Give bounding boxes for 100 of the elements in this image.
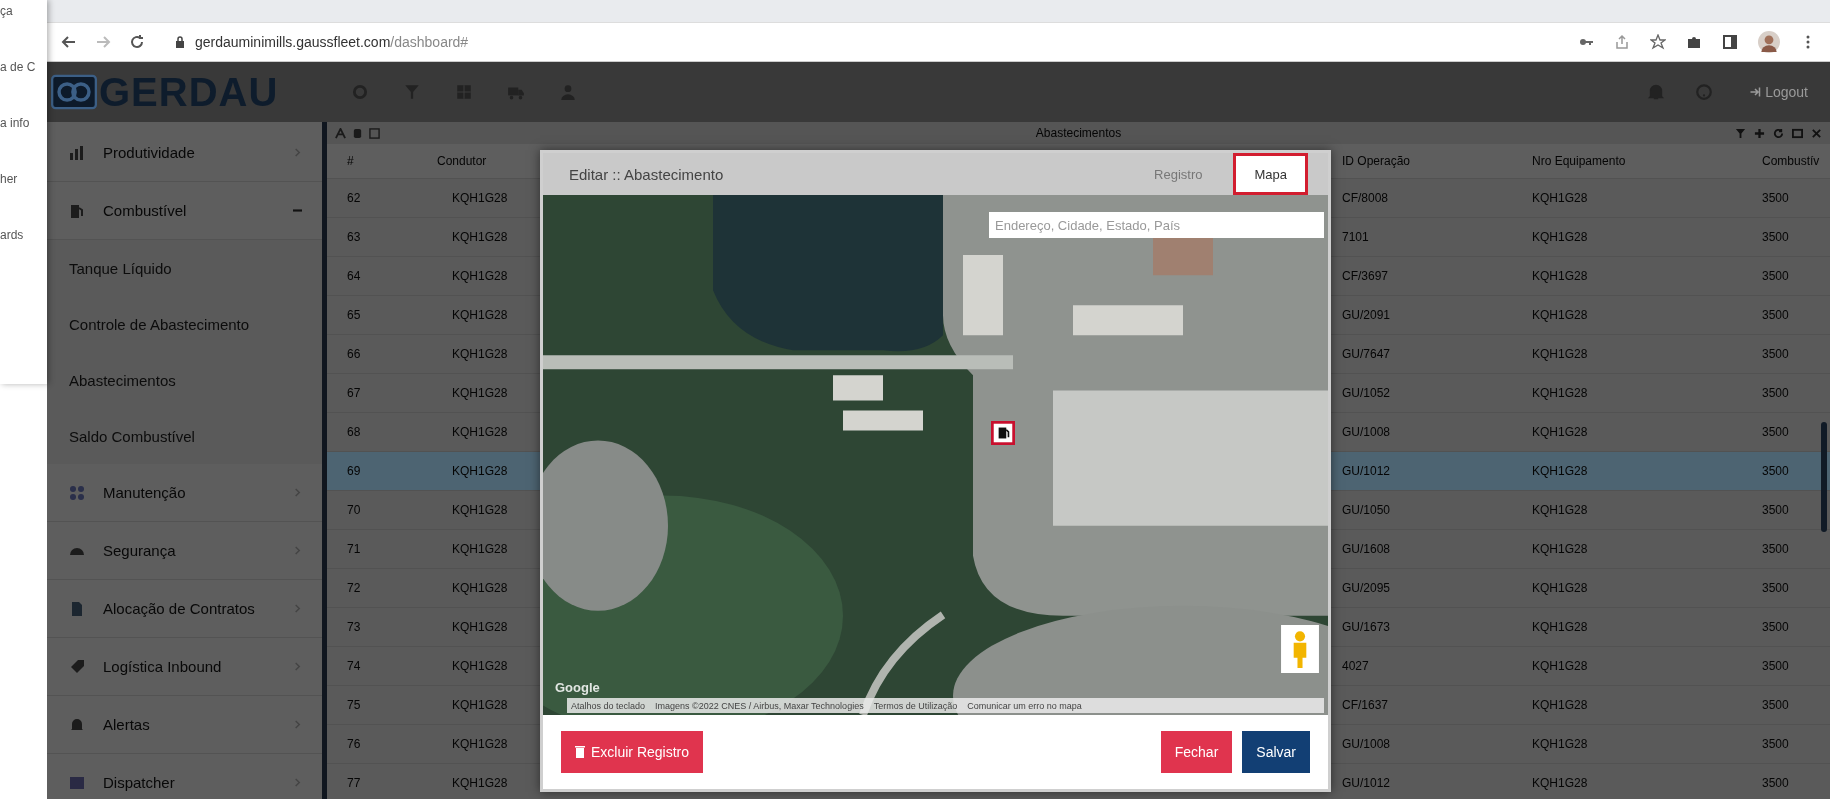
sidebar-item[interactable]: Produtividade	[47, 124, 322, 182]
logo-icon	[51, 74, 97, 110]
table-cell-text: GU/1008	[1341, 737, 1392, 751]
table-cell-text: GU/1050	[1341, 503, 1392, 517]
star-icon[interactable]	[1650, 34, 1666, 50]
chart-icon	[69, 144, 85, 161]
table-cell-text: GU/1012	[1341, 464, 1392, 478]
column-header[interactable]: Condutor	[417, 154, 537, 168]
checkbox-icon[interactable]	[369, 127, 380, 139]
close-button[interactable]: Fechar	[1160, 731, 1233, 773]
table-cell-text: KQH1G28	[1531, 542, 1589, 556]
submenu-item[interactable]: Tanque Líquido	[47, 240, 322, 296]
sidebar-item[interactable]: Manutenção	[47, 464, 322, 522]
table-cell-text: 67	[346, 386, 362, 400]
table-cell-text: 3500	[1761, 503, 1790, 517]
sidebar-item[interactable]: Dispatcher	[47, 754, 322, 799]
table-cell-text: 3500	[1761, 581, 1790, 595]
sidebar-icon[interactable]	[1722, 34, 1738, 50]
forward-icon[interactable]	[95, 34, 111, 50]
window-icon[interactable]	[1792, 127, 1803, 139]
table-cell-text: KQH1G28	[451, 230, 509, 244]
table-cell-text: 72	[346, 581, 362, 595]
table-cell-text: 3500	[1761, 269, 1790, 283]
address-search-field[interactable]: Endereço, Cidade, Estado, País	[989, 212, 1324, 238]
letter-icon[interactable]	[335, 127, 346, 139]
sidebar-item[interactable]: Alocação de Contratos	[47, 580, 322, 638]
attribution-link[interactable]: Imagens ©2022 CNES / Airbus, Maxar Technologies	[655, 700, 864, 711]
table-cell-text: KQH1G28	[1531, 464, 1589, 478]
dialog-tab[interactable]: Mapa	[1233, 153, 1308, 195]
table-cell-text: GU/2095	[1341, 581, 1392, 595]
table-cell-text: KQH1G28	[1531, 503, 1589, 517]
column-header[interactable]: Nro Equipamento	[1512, 154, 1742, 168]
table-cell-text: 3500	[1761, 308, 1790, 322]
table-cell-text: KQH1G28	[451, 503, 509, 517]
column-header[interactable]: #	[327, 154, 417, 168]
filter-icon[interactable]	[1735, 127, 1746, 139]
document-icon	[69, 600, 85, 617]
submenu-item[interactable]: Saldo Combustível	[47, 408, 322, 464]
scrollbar[interactable]	[1821, 422, 1827, 532]
bell-icon[interactable]	[1647, 83, 1666, 101]
column-header[interactable]: Combustív	[1742, 154, 1830, 168]
table-cell-text: 71	[346, 542, 362, 556]
table-cell-text: KQH1G28	[451, 620, 509, 634]
table-cell-text: GU/1012	[1341, 776, 1392, 790]
submenu-item[interactable]: Controle de Abastecimento	[47, 296, 322, 352]
table-cell-text: 7101	[1341, 230, 1370, 244]
delete-button[interactable]: Excluir Registro	[561, 731, 704, 773]
table-cell-text: KQH1G28	[1531, 698, 1589, 712]
share-icon[interactable]	[1614, 34, 1630, 50]
table-cell-text: 74	[346, 659, 362, 673]
submenu-item[interactable]: Abastecimentos	[47, 352, 322, 408]
table-cell-text: KQH1G28	[451, 542, 509, 556]
refresh-icon[interactable]	[1773, 127, 1784, 139]
table-cell-text: KQH1G28	[1531, 737, 1589, 751]
table-cell-text: GU/1608	[1341, 542, 1392, 556]
attribution-link[interactable]: Comunicar um erro no mapa	[967, 700, 1082, 711]
attribution-link[interactable]: Termos de Utilização	[873, 700, 958, 711]
table-cell-text: KQH1G28	[451, 737, 509, 751]
table-cell-text: 69	[346, 464, 362, 478]
sidebar-item[interactable]: Logística Inbound	[47, 638, 322, 696]
table-cell-text: 66	[346, 347, 362, 361]
fuel-icon	[69, 202, 85, 219]
table-cell-text: KQH1G28	[451, 464, 509, 478]
table-cell-text: KQH1G28	[1531, 659, 1589, 673]
help-icon[interactable]	[1695, 83, 1714, 101]
reload-icon[interactable]	[129, 34, 145, 50]
table-cell-text: KQH1G28	[1531, 581, 1589, 595]
logout-icon	[1749, 86, 1762, 98]
table-cell-text: KQH1G28	[451, 347, 509, 361]
table-cell-text: KQH1G28	[1531, 620, 1589, 634]
table-cell-text: KQH1G28	[1531, 269, 1589, 283]
table-cell-text: KQH1G28	[1531, 308, 1589, 322]
table-cell-text: GU/1052	[1341, 386, 1392, 400]
address-bar[interactable]: gerdauminimills.gaussfleet.com/dashboard#	[163, 28, 1560, 56]
puzzle-icon[interactable]	[1686, 34, 1702, 50]
table-cell-text: 65	[346, 308, 362, 322]
fuel-pump-marker-icon[interactable]	[991, 421, 1015, 445]
sidebar-item[interactable]: Alertas	[47, 696, 322, 754]
table-cell-text: KQH1G28	[451, 425, 509, 439]
close-icon[interactable]	[1811, 127, 1822, 139]
dialog-tab[interactable]: Registro	[1133, 153, 1224, 195]
pegman-icon[interactable]	[1280, 625, 1320, 673]
window-text: ards	[0, 228, 25, 242]
back-icon[interactable]	[61, 34, 77, 50]
plus-icon[interactable]	[1754, 127, 1765, 139]
save-button[interactable]: Salvar	[1242, 731, 1310, 773]
table-cell-text: KQH1G28	[1531, 191, 1589, 205]
table-cell-text: KQH1G28	[451, 698, 509, 712]
table-cell-text: 75	[346, 698, 362, 712]
table-cell-text: 3500	[1761, 464, 1790, 478]
table-cell-text: 3500	[1761, 347, 1790, 361]
table-cell-text: 3500	[1761, 386, 1790, 400]
table-cell-text: GU/2091	[1341, 308, 1392, 322]
trash-icon	[575, 746, 585, 758]
logout-button[interactable]: Logout	[1743, 83, 1814, 101]
sidebar-item[interactable]: Segurança	[47, 522, 322, 580]
avatar-icon[interactable]	[1758, 31, 1780, 53]
window-text: ça	[0, 4, 14, 18]
attribution-link[interactable]: Atalhos do teclado	[571, 700, 646, 711]
table-cell-text: GU/1008	[1341, 425, 1392, 439]
